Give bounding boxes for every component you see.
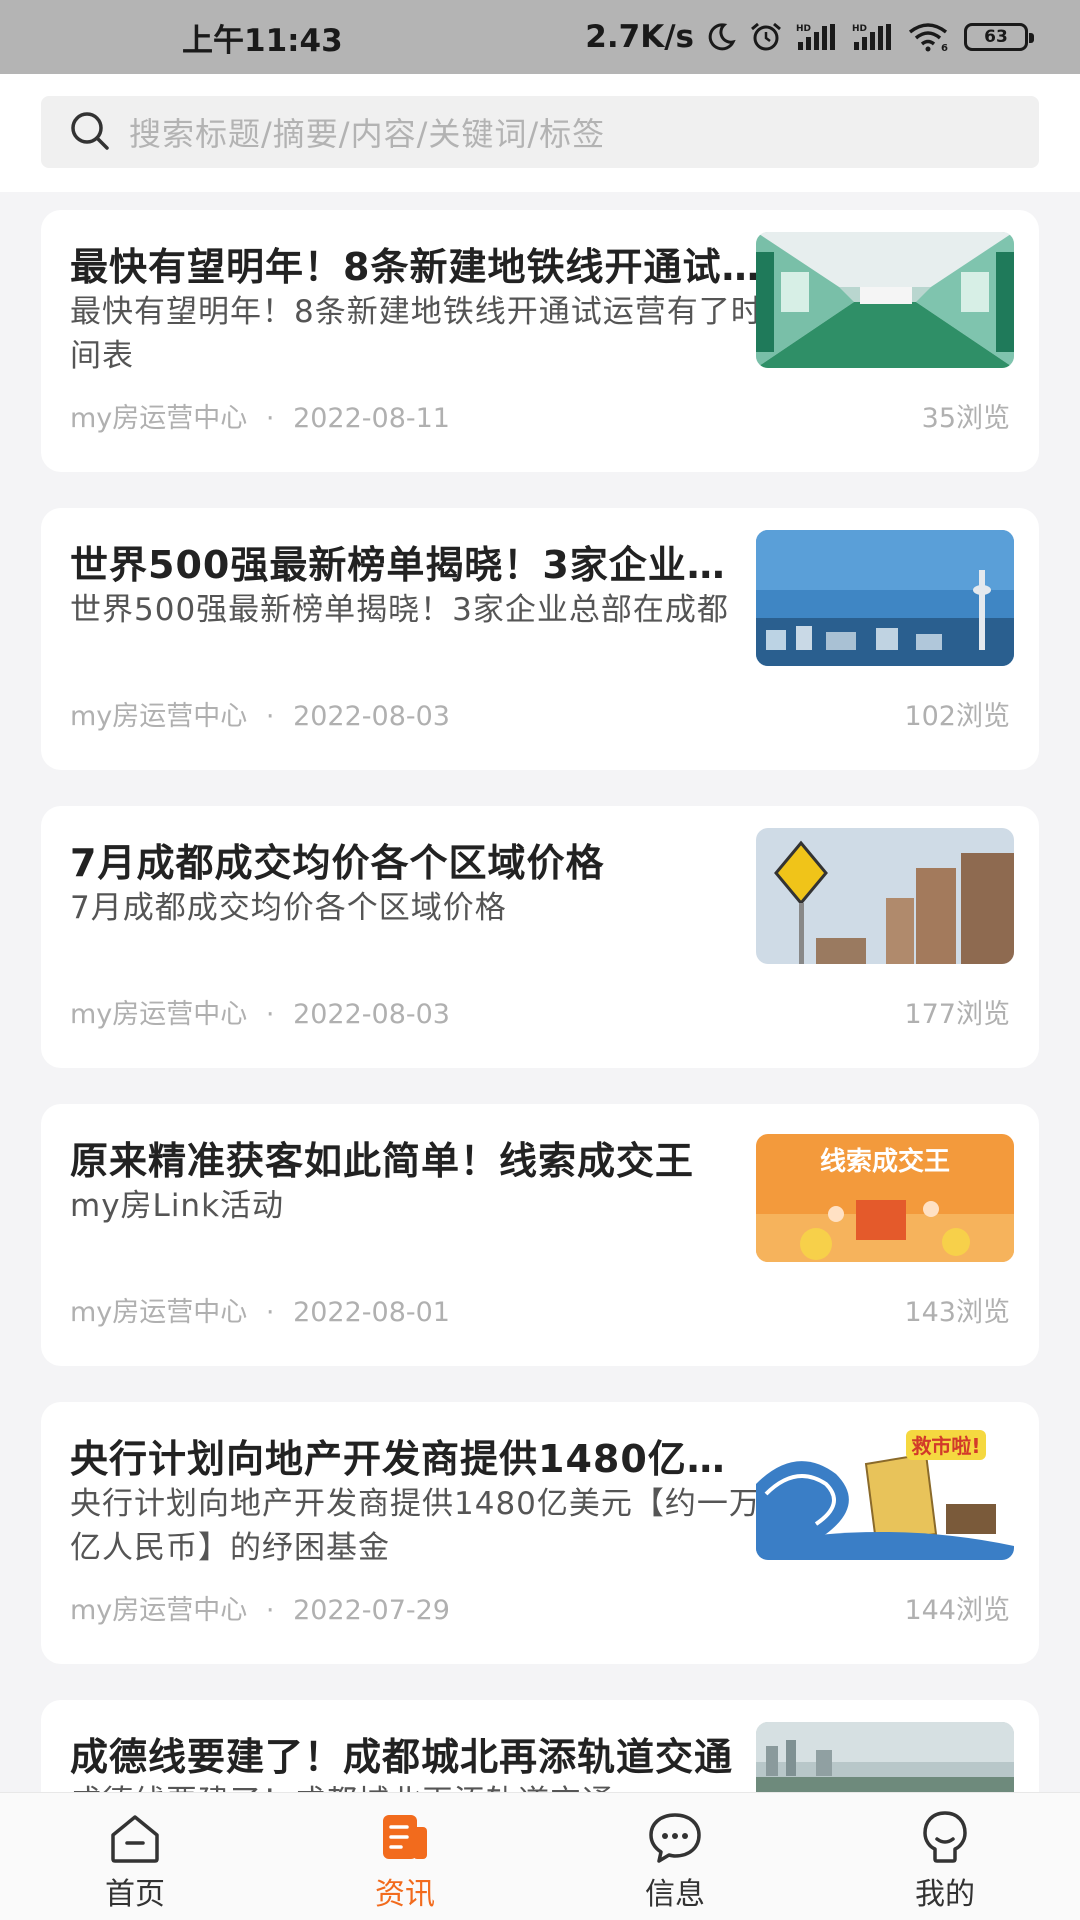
news-card[interactable]: 成德线要建了！成都城北再添轨道交通 成德线要建了！成都城北再添轨道交通 — [41, 1700, 1039, 1792]
nav-home[interactable]: 首页 — [0, 1793, 270, 1920]
card-meta: my房运营中心 · 2022-08-11 — [70, 396, 450, 435]
news-card[interactable]: 原来精准获客如此简单！线索成交王 my房Link活动 my房运营中心 · 202… — [41, 1104, 1039, 1366]
news-card[interactable]: 世界500强最新榜单揭晓！3家企业总部在成都 世界500强最新榜单揭晓！3家企业… — [41, 508, 1039, 770]
card-meta: my房运营中心 · 2022-08-03 — [70, 694, 450, 733]
status-icons: 2.7K/s HD HD 6 63 — [585, 19, 1034, 55]
card-meta: my房运营中心 · 2022-08-03 — [70, 992, 450, 1031]
bottom-navigation: 首页 资讯 信息 我的 — [0, 1792, 1080, 1920]
message-icon — [649, 1813, 701, 1863]
meta-separator: · — [265, 1595, 275, 1626]
battery-icon: 63 — [964, 23, 1034, 51]
card-views: 177浏览 — [904, 999, 1010, 1030]
search-header: 搜索标题/摘要/内容/关键词/标签 — [0, 74, 1080, 192]
wifi-icon: 6 — [908, 22, 952, 52]
status-bar: 上午11:43 2.7K/s HD HD 6 63 — [0, 0, 1080, 74]
card-title: 成德线要建了！成都城北再添轨道交通 — [70, 1735, 734, 1779]
svg-text:HD: HD — [796, 24, 811, 34]
card-title: 最快有望明年！8条新建地铁线开通试运营有了时间表 — [70, 245, 760, 289]
nav-profile[interactable]: 我的 — [810, 1793, 1080, 1920]
card-date: 2022-08-11 — [293, 403, 450, 434]
card-thumbnail — [756, 828, 1014, 964]
search-placeholder: 搜索标题/摘要/内容/关键词/标签 — [129, 115, 606, 153]
card-title: 世界500强最新榜单揭晓！3家企业总部在成都 — [70, 543, 760, 587]
news-card[interactable]: 央行计划向地产开发商提供1480亿美元【约一万亿人民币】的纾困基金 央行计划向地… — [41, 1402, 1039, 1664]
card-summary: my房Link活动 — [70, 1188, 285, 1224]
card-summary: 7月成都成交均价各个区域价格 — [70, 890, 507, 926]
nav-news[interactable]: 资讯 — [270, 1793, 540, 1920]
card-author: my房运营中心 — [70, 701, 248, 732]
search-icon — [67, 108, 111, 156]
card-date: 2022-08-03 — [293, 701, 450, 732]
nav-profile-label: 我的 — [915, 1877, 975, 1912]
card-title: 央行计划向地产开发商提供1480亿美元【约一万亿人民币】的纾困基金 — [70, 1437, 760, 1481]
signal-icon-2: HD — [852, 22, 896, 52]
nav-messages-label: 信息 — [645, 1877, 705, 1912]
card-title: 7月成都成交均价各个区域价格 — [70, 841, 605, 885]
meta-separator: · — [265, 701, 275, 732]
card-date: 2022-08-01 — [293, 1297, 450, 1328]
nav-news-label: 资讯 — [375, 1877, 435, 1912]
do-not-disturb-icon — [706, 22, 736, 52]
meta-separator: · — [265, 999, 275, 1030]
card-title: 原来精准获客如此简单！线索成交王 — [70, 1139, 695, 1183]
card-summary: 世界500强最新榜单揭晓！3家企业总部在成都 — [70, 592, 729, 628]
home-icon — [111, 1815, 159, 1863]
card-author: my房运营中心 — [70, 1595, 248, 1626]
card-summary: 成德线要建了！成都城北再添轨道交通 — [70, 1780, 790, 1792]
news-feed[interactable]: 最快有望明年！8条新建地铁线开通试运营有了时间表 最快有望明年！8条新建地铁线开… — [0, 192, 1080, 1792]
card-meta: my房运营中心 · 2022-08-01 — [70, 1290, 450, 1329]
nav-messages[interactable]: 信息 — [540, 1793, 810, 1920]
card-summary: 最快有望明年！8条新建地铁线开通试运营有了时间表 — [70, 294, 763, 374]
thumbnail-caption: 线索成交王 — [820, 1146, 950, 1177]
search-input[interactable]: 搜索标题/摘要/内容/关键词/标签 — [41, 96, 1039, 168]
card-author: my房运营中心 — [70, 403, 248, 434]
svg-text:HD: HD — [852, 24, 867, 34]
card-thumbnail — [756, 530, 1014, 666]
thumbnail-caption: 救市啦! — [911, 1434, 980, 1458]
status-time: 上午11:43 — [182, 22, 343, 59]
card-thumbnail: 救市啦! — [756, 1424, 1014, 1560]
network-speed: 2.7K/s — [585, 19, 694, 55]
news-card[interactable]: 7月成都成交均价各个区域价格 7月成都成交均价各个区域价格 my房运营中心 · … — [41, 806, 1039, 1068]
svg-text:6: 6 — [941, 43, 948, 52]
card-thumbnail — [756, 232, 1014, 368]
card-date: 2022-07-29 — [293, 1595, 450, 1626]
card-views: 35浏览 — [921, 403, 1010, 434]
card-views: 102浏览 — [904, 701, 1010, 732]
card-author: my房运营中心 — [70, 999, 248, 1030]
app-screen: 上午11:43 2.7K/s HD HD 6 63 搜索标题/摘要/内容/关键词… — [0, 0, 1080, 1920]
card-summary: 央行计划向地产开发商提供1480亿美元【约一万亿人民币】的纾困基金 — [70, 1486, 761, 1566]
card-date: 2022-08-03 — [293, 999, 450, 1030]
profile-icon — [923, 1811, 967, 1863]
card-author: my房运营中心 — [70, 1297, 248, 1328]
alarm-icon — [748, 21, 784, 53]
news-icon — [383, 1815, 427, 1859]
meta-separator: · — [265, 1297, 275, 1328]
card-thumbnail — [756, 1722, 1014, 1792]
nav-home-label: 首页 — [105, 1877, 165, 1912]
card-thumbnail: 线索成交王 — [756, 1134, 1014, 1262]
news-card[interactable]: 最快有望明年！8条新建地铁线开通试运营有了时间表 最快有望明年！8条新建地铁线开… — [41, 210, 1039, 472]
card-meta: my房运营中心 · 2022-07-29 — [70, 1588, 450, 1627]
signal-icon: HD — [796, 22, 840, 52]
meta-separator: · — [265, 403, 275, 434]
card-views: 144浏览 — [904, 1595, 1010, 1626]
card-views: 143浏览 — [904, 1297, 1010, 1328]
